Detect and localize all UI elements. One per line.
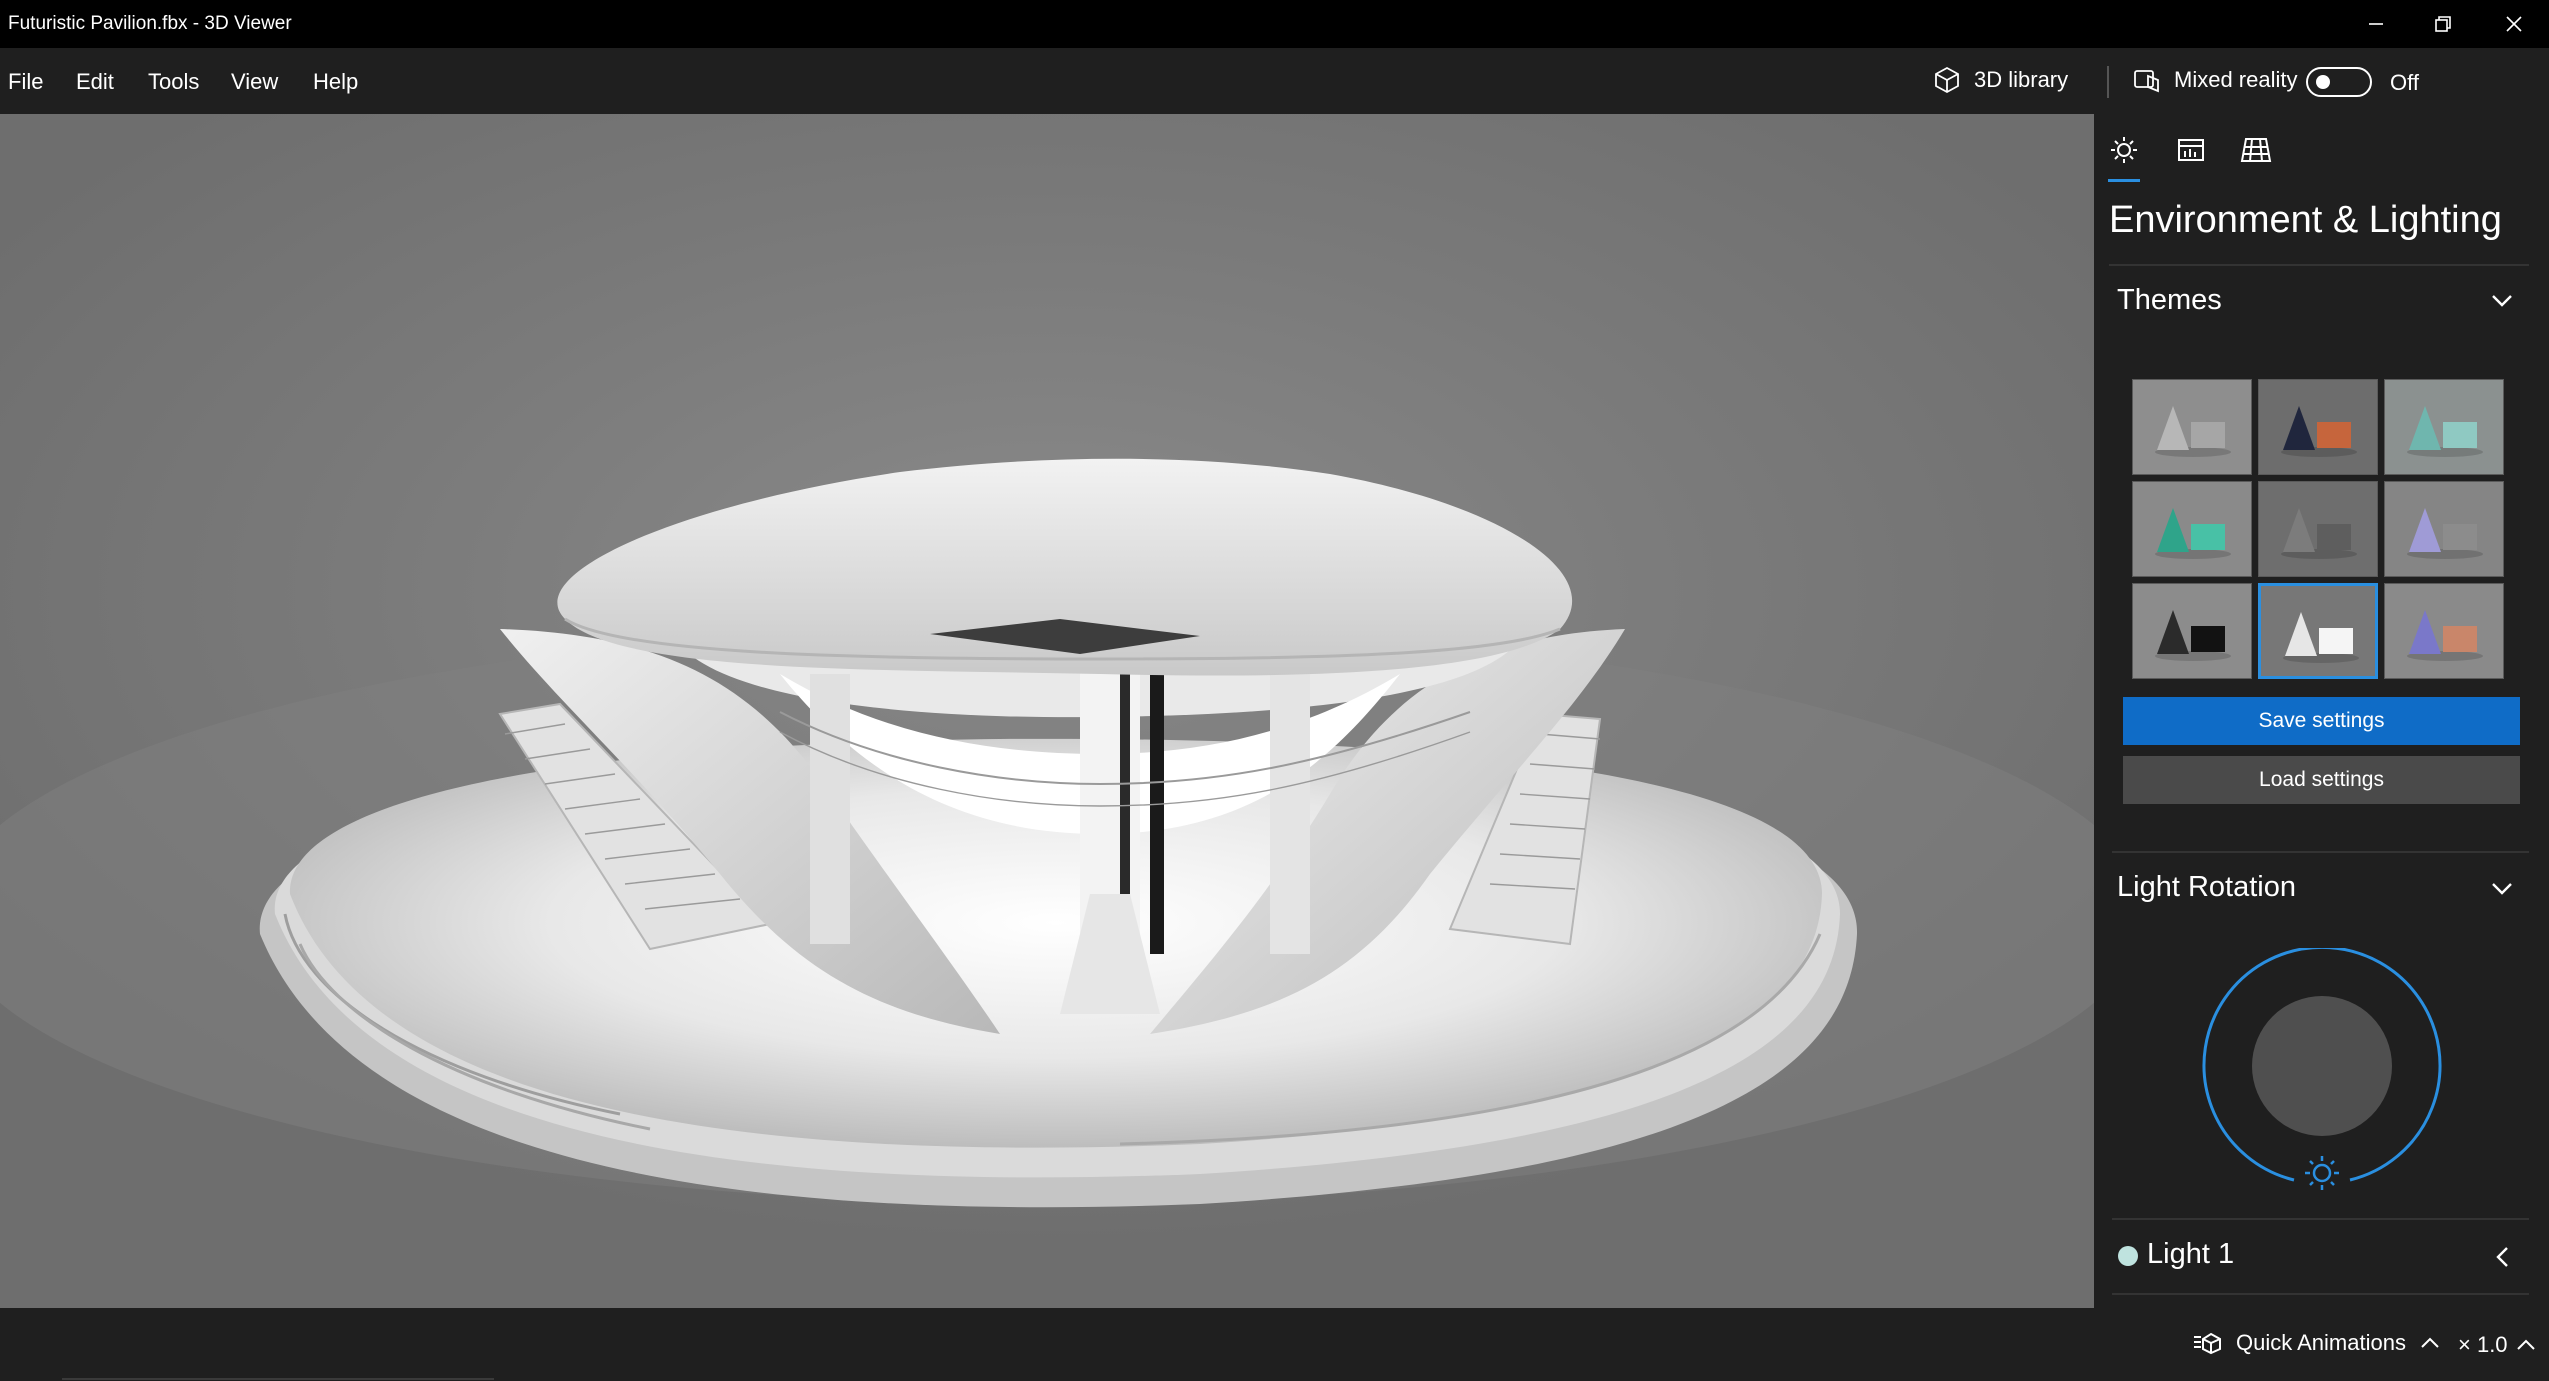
chevron-up-icon	[2516, 1339, 2535, 1350]
theme-swatch[interactable]	[2258, 379, 2378, 475]
chevron-up-icon	[2421, 1337, 2439, 1348]
restore-button[interactable]	[2410, 0, 2476, 48]
menu-tools[interactable]: Tools	[148, 69, 199, 95]
theme-preview-icon	[2407, 610, 2483, 661]
chevron-down-icon	[2492, 883, 2512, 895]
menu-file[interactable]: File	[8, 69, 43, 95]
mixed-reality-state: Off	[2390, 70, 2419, 95]
theme-preview-icon	[2155, 406, 2231, 457]
light-color-swatch	[2118, 1246, 2138, 1266]
themes-collapse-button[interactable]	[2490, 293, 2514, 314]
theme-swatch[interactable]	[2258, 481, 2378, 577]
minimize-button[interactable]	[2343, 0, 2409, 48]
divider	[2112, 851, 2529, 853]
divider	[2109, 264, 2529, 266]
theme-swatch[interactable]	[2132, 481, 2252, 577]
theme-preview-icon	[2283, 612, 2359, 663]
menu-view[interactable]: View	[231, 69, 278, 95]
theme-preview-icon	[2407, 406, 2483, 457]
theme-swatch[interactable]	[2384, 379, 2504, 475]
light-1-expand-button[interactable]	[2494, 1245, 2510, 1274]
chevron-left-icon	[2496, 1247, 2508, 1267]
minimize-icon	[2369, 23, 2383, 25]
close-icon	[2506, 16, 2522, 32]
panel-title: Environment & Lighting	[2109, 199, 2502, 241]
theme-swatch[interactable]	[2132, 379, 2252, 475]
tab-stats[interactable]	[2171, 130, 2211, 170]
mixed-reality-icon	[2134, 70, 2159, 93]
restore-icon	[2435, 16, 2451, 32]
playback-speed-button[interactable]: × 1.0	[2458, 1332, 2536, 1358]
tab-grid[interactable]	[2236, 130, 2276, 170]
cube-icon	[1935, 66, 1959, 94]
quick-animations-button[interactable]: Quick Animations	[2192, 1330, 2440, 1356]
load-settings-button[interactable]: Load settings	[2123, 756, 2520, 804]
theme-swatch[interactable]	[2384, 583, 2504, 679]
3d-library-label: 3D library	[1974, 67, 2069, 92]
theme-swatch[interactable]	[2258, 583, 2378, 679]
3d-viewport[interactable]	[0, 114, 2094, 1308]
sun-icon	[2111, 137, 2137, 163]
themes-header[interactable]: Themes	[2117, 284, 2222, 317]
mixed-reality-toggle[interactable]	[2306, 67, 2372, 97]
save-settings-button[interactable]: Save settings	[2123, 697, 2520, 745]
divider	[2112, 1218, 2529, 1220]
3d-library-button[interactable]: 3D library	[1932, 65, 2068, 95]
timeline-track[interactable]	[62, 1378, 494, 1380]
light-rotation-collapse-button[interactable]	[2490, 881, 2514, 902]
light-rotation-header[interactable]: Light Rotation	[2117, 871, 2296, 904]
close-button[interactable]	[2481, 0, 2547, 48]
quick-animations-label: Quick Animations	[2236, 1330, 2406, 1355]
rotation-dial-graphic	[2202, 945, 2442, 1190]
theme-preview-icon	[2281, 508, 2357, 559]
theme-preview-icon	[2155, 610, 2231, 661]
light-rotation-dial[interactable]	[2199, 945, 2445, 1199]
tab-lighting[interactable]	[2104, 130, 2144, 170]
stats-icon	[2178, 139, 2204, 161]
pavilion-model[interactable]	[0, 114, 2094, 1308]
theme-preview-icon	[2281, 406, 2357, 457]
light-handle-sun-icon[interactable]	[2305, 1156, 2339, 1190]
active-tab-indicator	[2108, 179, 2140, 182]
light-1-label[interactable]: Light 1	[2147, 1238, 2234, 1271]
theme-swatch[interactable]	[2132, 583, 2252, 679]
animation-icon	[2194, 1332, 2221, 1355]
mixed-reality-button[interactable]: Mixed reality	[2132, 65, 2297, 95]
status-bar	[0, 1308, 2549, 1381]
menu-edit[interactable]: Edit	[76, 69, 114, 95]
mixed-reality-label: Mixed reality	[2174, 67, 2298, 92]
theme-swatch[interactable]	[2384, 481, 2504, 577]
window-title: Futuristic Pavilion.fbx - 3D Viewer	[8, 13, 292, 34]
toggle-knob	[2316, 75, 2330, 89]
playback-speed-label: × 1.0	[2458, 1332, 2508, 1357]
toolbar-divider	[2107, 66, 2109, 98]
title-bar: Futuristic Pavilion.fbx - 3D Viewer	[0, 0, 2549, 48]
grid-icon	[2240, 138, 2272, 162]
divider	[2112, 1293, 2529, 1295]
theme-preview-icon	[2155, 508, 2231, 559]
menu-help[interactable]: Help	[313, 69, 358, 95]
theme-preview-icon	[2407, 508, 2483, 559]
chevron-down-icon	[2492, 295, 2512, 307]
